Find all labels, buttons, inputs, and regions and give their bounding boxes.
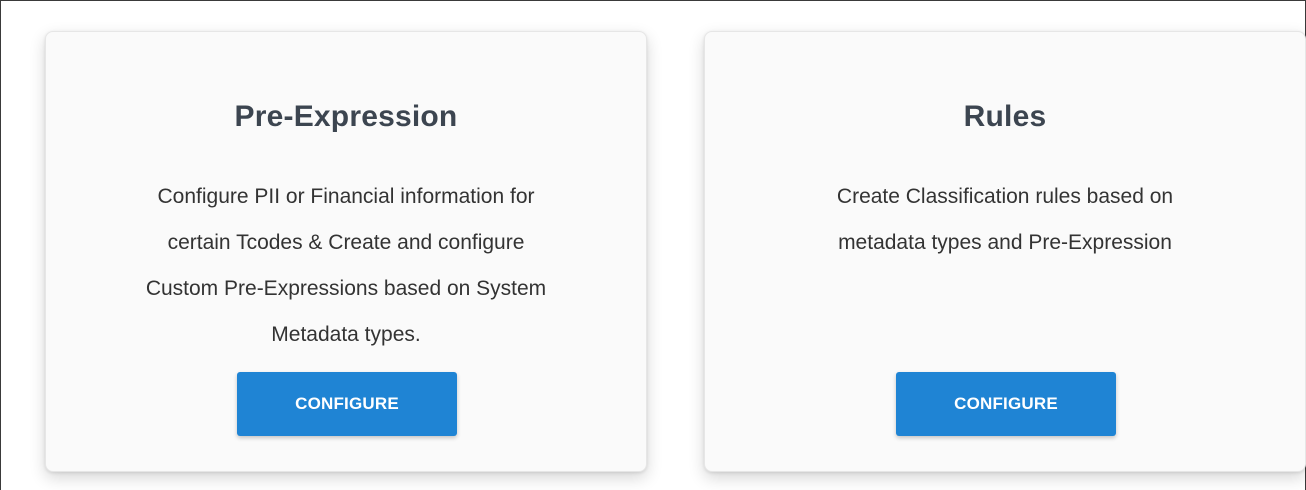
pre-expression-card: Pre-Expression Configure PII or Financia… [45,31,647,472]
card-description: Create Classification rules based on met… [836,185,1174,254]
page-frame: Pre-Expression Configure PII or Financia… [0,0,1306,490]
card-title: Pre-Expression [234,100,458,133]
configure-pre-expression-button[interactable]: CONFIGURE [237,372,457,436]
rules-card: Rules Create Classification rules based … [704,31,1306,472]
configure-rules-button[interactable]: CONFIGURE [896,372,1116,436]
card-title: Rules [963,100,1047,133]
card-description: Configure PII or Financial information f… [145,185,547,346]
